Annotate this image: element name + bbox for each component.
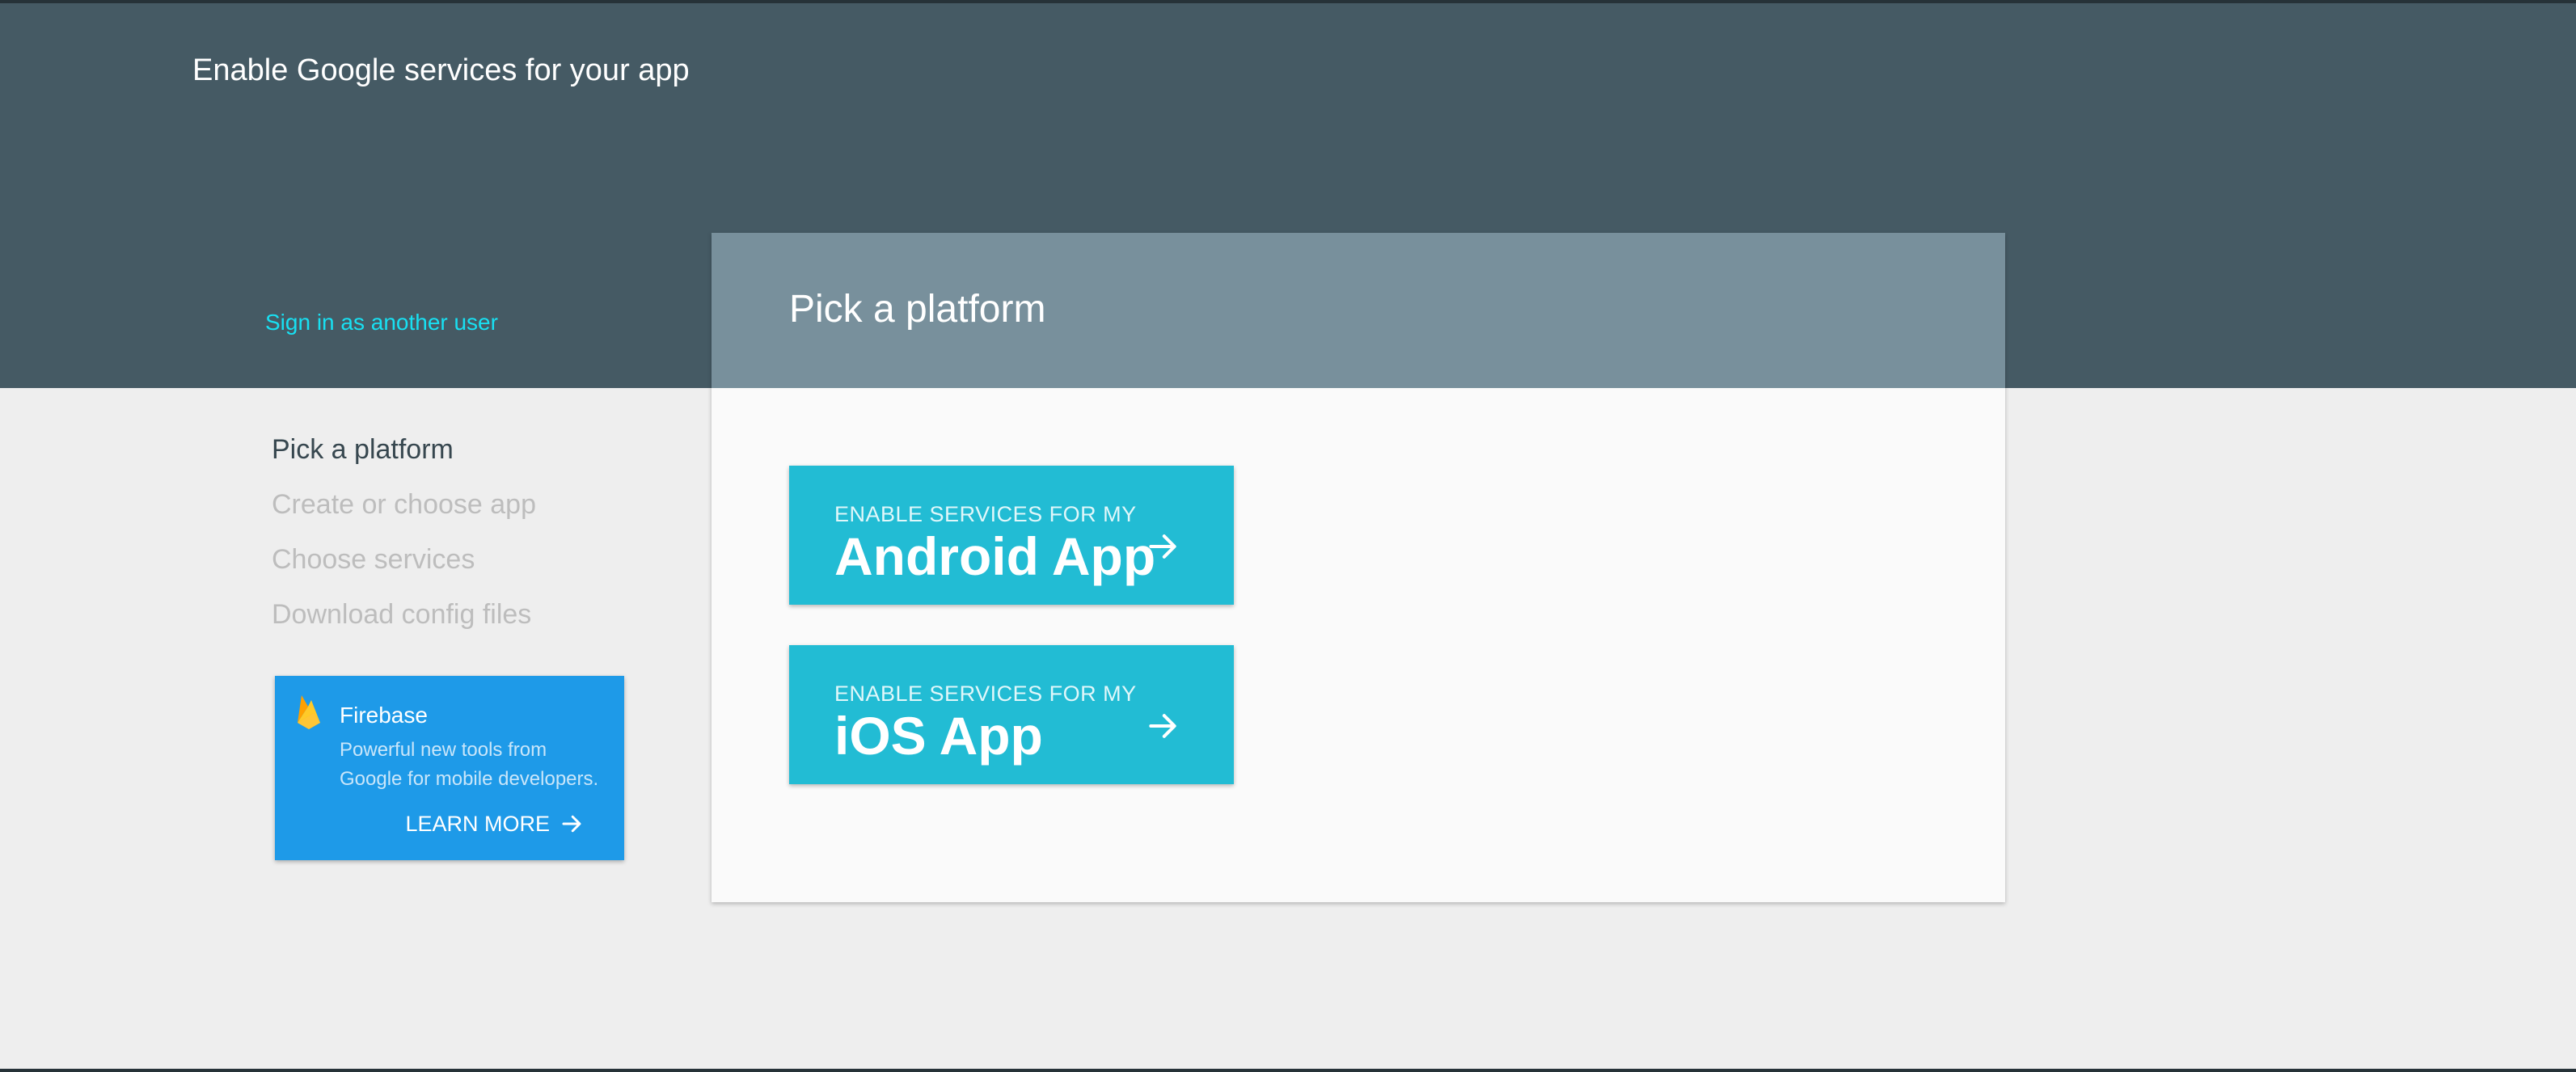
arrow-right-icon [562, 815, 581, 833]
learn-more-label: LEARN MORE [405, 812, 550, 836]
android-button-label: Android App [834, 526, 1156, 586]
firebase-flame-icon [298, 695, 320, 729]
step-list: Pick a platform Create or choose app Cho… [272, 433, 611, 653]
pick-platform-panel: Pick a platform ENABLE SERVICES FOR MY A… [712, 233, 2005, 902]
firebase-title: Firebase [340, 703, 428, 728]
firebase-promo-card: Firebase Powerful new tools from Google … [275, 676, 624, 860]
step-download-config-files: Download config files [272, 599, 532, 630]
step-choose-services: Choose services [272, 544, 475, 575]
page: Enable Google services for your app Sign… [0, 0, 2576, 1072]
panel-title: Pick a platform [789, 288, 1046, 331]
sign-in-another-user-link[interactable]: Sign in as another user [265, 309, 498, 336]
firebase-description: Powerful new tools from Google for mobil… [340, 739, 599, 790]
step-create-or-choose-app: Create or choose app [272, 489, 536, 520]
learn-more-button[interactable]: LEARN MORE [405, 810, 584, 838]
enable-android-app-button[interactable]: ENABLE SERVICES FOR MY Android App [789, 466, 1234, 605]
panel-header: Pick a platform [712, 233, 2005, 388]
arrow-right-icon [1149, 534, 1176, 559]
arrow-right-icon [1149, 714, 1176, 738]
ios-button-label: iOS App [834, 706, 1043, 766]
enable-ios-app-button[interactable]: ENABLE SERVICES FOR MY iOS App [789, 645, 1234, 784]
page-title: Enable Google services for your app [192, 53, 690, 87]
step-pick-platform[interactable]: Pick a platform [272, 433, 611, 488]
